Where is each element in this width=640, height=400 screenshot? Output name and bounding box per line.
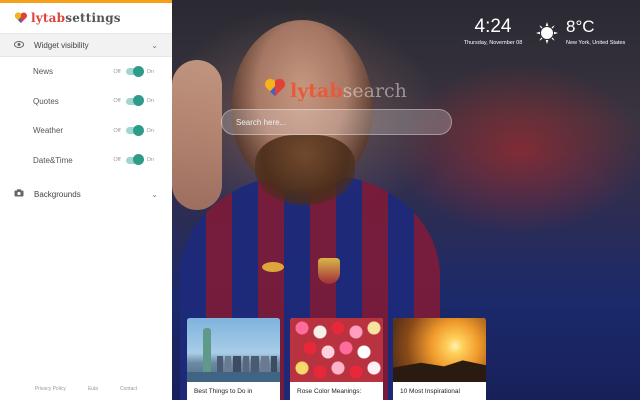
news-card[interactable]: Rose Color Meanings: <box>290 318 383 400</box>
settings-sidebar: lytabsettings Widget visibility ⌄ News O… <box>0 0 172 400</box>
sidebar-footer: Privacy Policy Eula Contact <box>0 386 172 392</box>
on-label: On <box>146 157 154 164</box>
lytab-settings-logo: lytabsettings <box>14 11 121 25</box>
toggle-knob <box>132 95 144 107</box>
off-label: Off <box>113 157 121 164</box>
heart-logo-icon <box>14 12 28 24</box>
on-label: On <box>146 127 154 134</box>
jersey-logo <box>262 262 284 272</box>
weather-temperature: 8°C <box>566 17 595 36</box>
card-thumbnail <box>393 318 486 382</box>
news-cards: Best Things to Do in Rose Color Meanings… <box>187 318 486 400</box>
toggle-label: Date&Time <box>33 155 73 165</box>
water <box>187 372 280 382</box>
contact-link[interactable]: Contact <box>120 386 137 392</box>
sidebar-header: lytabsettings <box>0 3 172 33</box>
heart-logo-icon <box>263 78 287 103</box>
sun-icon <box>536 22 558 44</box>
player-beard <box>255 135 355 205</box>
news-card[interactable]: Best Things to Do in <box>187 318 280 400</box>
search-input[interactable] <box>236 117 451 127</box>
quotes-toggle[interactable] <box>125 95 144 107</box>
logo-main-text: lytab <box>31 11 66 25</box>
eula-link[interactable]: Eula <box>88 386 98 392</box>
brand-main-text: lytab <box>290 79 343 102</box>
news-toggle[interactable] <box>125 65 144 77</box>
toggle-row-news: News Off On <box>0 57 172 87</box>
chevron-down-icon[interactable]: ⌄ <box>151 190 158 199</box>
logo-sub-text: settings <box>65 11 121 25</box>
toggle-label: News <box>33 67 54 77</box>
clock-widget: 4:24 Thursday, November 08 <box>458 16 528 46</box>
lytab-search-logo: lytabsearch <box>263 78 407 103</box>
search-bar[interactable] <box>221 109 452 135</box>
toggle-label: Quotes <box>33 96 59 106</box>
card-thumbnail <box>187 318 280 382</box>
off-label: Off <box>113 98 121 105</box>
weather-location: New York, United States <box>566 40 626 46</box>
clock-time: 4:24 <box>474 16 512 37</box>
weather-widget: 8°C New York, United States <box>566 16 625 46</box>
widget-visibility-section[interactable]: Widget visibility ⌄ <box>0 33 172 57</box>
chevron-down-icon[interactable]: ⌄ <box>151 41 158 50</box>
weather-toggle[interactable] <box>125 124 144 136</box>
backgrounds-label: Backgrounds <box>34 189 81 199</box>
card-title: Best Things to Do in <box>194 388 253 395</box>
statue-of-liberty <box>203 328 211 372</box>
card-title: 10 Most Inspirational <box>400 388 460 395</box>
brand-sub-text: search <box>342 79 407 102</box>
toggle-label: Weather <box>33 126 64 136</box>
camera-icon <box>14 189 28 199</box>
player-arm <box>172 60 222 210</box>
rock-silhouette <box>393 360 486 382</box>
toggle-knob <box>132 154 144 166</box>
privacy-policy-link[interactable]: Privacy Policy <box>35 386 66 392</box>
card-thumbnail <box>290 318 383 382</box>
off-label: Off <box>113 68 121 75</box>
widget-visibility-label: Widget visibility <box>34 40 89 50</box>
news-card[interactable]: 10 Most Inspirational <box>393 318 486 400</box>
toggle-row-datetime: Date&Time Off On <box>0 146 172 176</box>
clock-date: Thursday, November 08 <box>463 40 523 46</box>
toggle-row-quotes: Quotes Off On <box>0 87 172 117</box>
toggle-knob <box>132 65 144 77</box>
datetime-toggle[interactable] <box>125 154 144 166</box>
eye-icon <box>13 40 28 50</box>
club-crest <box>318 258 340 284</box>
on-label: On <box>146 98 154 105</box>
toggle-knob <box>132 124 144 136</box>
card-title: Rose Color Meanings: <box>297 388 362 395</box>
off-label: Off <box>113 127 121 134</box>
toggle-row-weather: Weather Off On <box>0 116 172 146</box>
on-label: On <box>146 68 154 75</box>
backgrounds-section[interactable]: Backgrounds ⌄ <box>0 179 172 209</box>
